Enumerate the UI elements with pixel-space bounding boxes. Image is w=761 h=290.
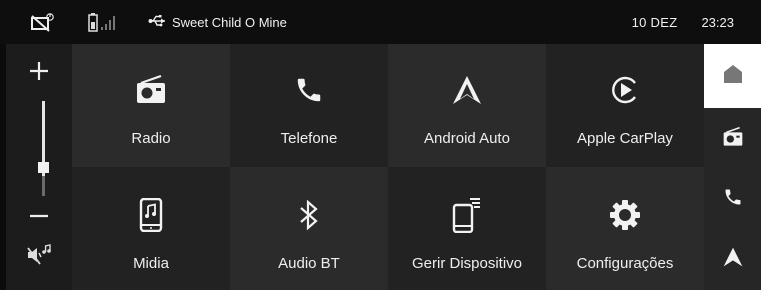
tile-label: Gerir Dispositivo: [411, 255, 523, 272]
volume-panel: [6, 44, 72, 290]
tile-label: Audio BT: [278, 255, 340, 272]
volume-up-button[interactable]: [22, 56, 56, 90]
battery-icon: [88, 12, 98, 32]
tile-label: Apple CarPlay: [577, 130, 673, 147]
phone-icon: [230, 72, 388, 108]
android-auto-icon: [388, 72, 546, 108]
tile-label: Android Auto: [424, 130, 510, 147]
volume-down-button[interactable]: [22, 201, 56, 235]
phone-icon: [723, 187, 743, 212]
tile-radio[interactable]: Radio: [72, 44, 230, 167]
volume-down-minus-icon: [28, 205, 50, 232]
tile-configuracoes[interactable]: Configurações: [546, 167, 704, 290]
rail-item-phone[interactable]: [704, 170, 761, 228]
radio-icon: [72, 72, 230, 108]
status-time: 23:23: [701, 14, 734, 30]
tile-gerir-dispositivo[interactable]: Gerir Dispositivo: [388, 167, 546, 290]
signal-bars-icon: [100, 12, 116, 32]
home-icon: [722, 63, 744, 90]
tile-android-auto[interactable]: Android Auto: [388, 44, 546, 167]
side-rail: [704, 44, 761, 290]
tile-apple-carplay[interactable]: Apple CarPlay: [546, 44, 704, 167]
volume-slider-level: [42, 176, 45, 196]
status-right: 10 DEZ 23:23: [632, 0, 734, 44]
manage-device-icon: [388, 197, 546, 233]
rail-item-home[interactable]: [704, 44, 761, 108]
status-date: 10 DEZ: [631, 14, 678, 30]
app-grid: Radio Telefone Android Auto Apple CarPla…: [72, 44, 704, 290]
tile-label: Midia: [133, 255, 169, 272]
android-auto-icon: [722, 247, 744, 272]
tile-midia[interactable]: Midia: [72, 167, 230, 290]
volume-slider-knob[interactable]: [38, 162, 49, 173]
media-source: Sweet Child O Mine: [148, 14, 287, 31]
mute-button[interactable]: [22, 240, 56, 274]
volume-up-plus-icon: [28, 60, 50, 87]
radio-icon: [722, 126, 744, 152]
phone-no-signal-icon: [30, 12, 54, 32]
status-bar: Sweet Child O Mine 10 DEZ 23:23: [0, 0, 761, 44]
status-left: Sweet Child O Mine: [30, 0, 287, 44]
media-title: Sweet Child O Mine: [172, 14, 287, 30]
gear-icon: [546, 197, 704, 233]
tile-label: Radio: [131, 130, 171, 147]
tile-audio-bt[interactable]: Audio BT: [230, 167, 388, 290]
bluetooth-icon: [230, 197, 388, 233]
tile-label: Configurações: [576, 255, 674, 272]
media-icon: [72, 197, 230, 233]
tile-label: Telefone: [280, 130, 338, 147]
rail-item-radio[interactable]: [704, 108, 761, 170]
mute-music-icon: [26, 243, 52, 272]
carplay-icon: [546, 72, 704, 108]
tile-telefone[interactable]: Telefone: [230, 44, 388, 167]
usb-icon: [148, 14, 166, 31]
rail-item-android-auto[interactable]: [704, 228, 761, 290]
